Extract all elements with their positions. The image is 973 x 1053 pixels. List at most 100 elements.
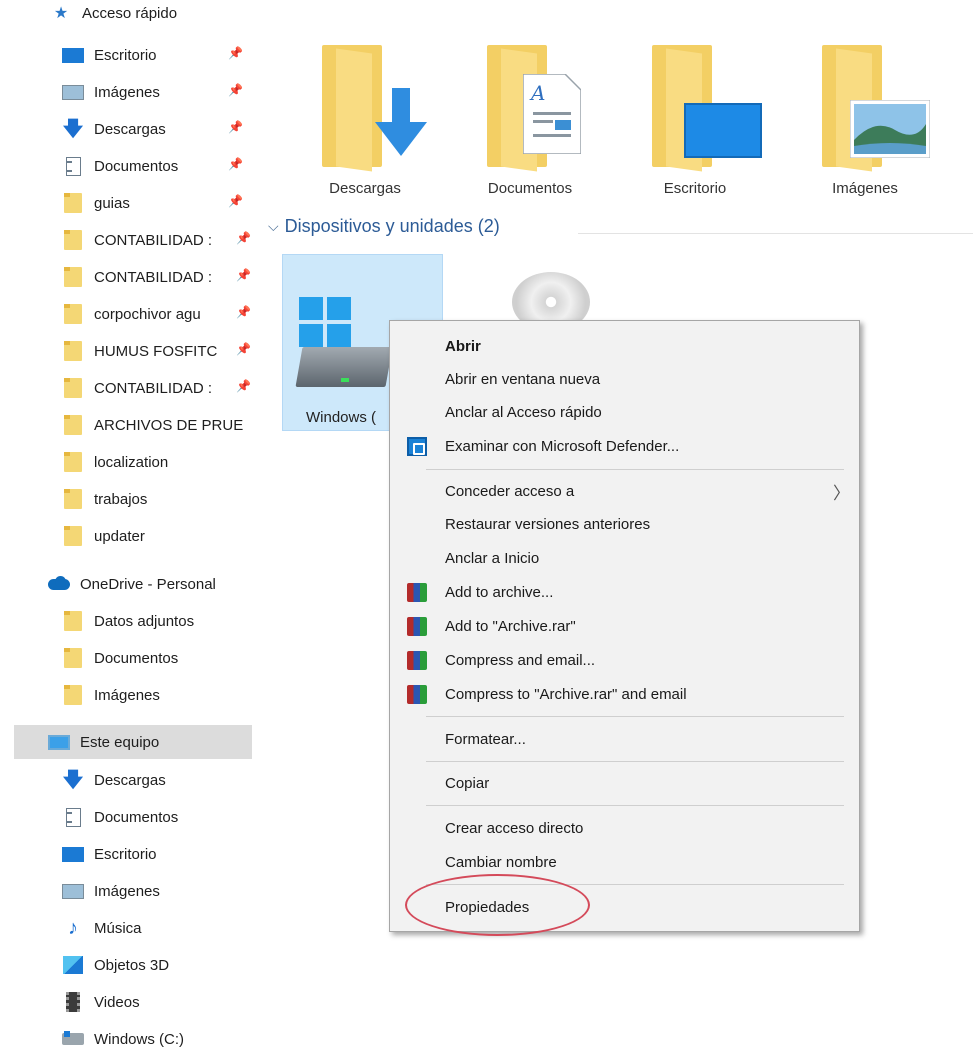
nav-item-label: trabajos bbox=[94, 490, 148, 508]
nav-pc-documentos[interactable]: Documentos bbox=[62, 800, 178, 834]
nav-item-label: corpochivor agu bbox=[94, 305, 201, 323]
nav-quick-contabilidad-3[interactable]: CONTABILIDAD : bbox=[62, 371, 252, 405]
nav-item-label: guias bbox=[94, 194, 130, 212]
menu-item-anclar-acceso-rapido[interactable]: Anclar al Acceso rápido bbox=[390, 396, 859, 429]
nav-item-label: Documentos bbox=[94, 649, 179, 667]
nav-item-label: HUMUS FOSFITC bbox=[94, 342, 218, 360]
nav-item-label: CONTABILIDAD : bbox=[94, 231, 213, 249]
folder-label: Descargas bbox=[329, 180, 401, 197]
nav-item-label: Documentos bbox=[94, 808, 179, 826]
folder-icon bbox=[64, 304, 82, 324]
nav-quick-archivos-prueba[interactable]: ARCHIVOS DE PRUE bbox=[62, 408, 257, 442]
nav-onedrive-label: OneDrive - Personal bbox=[80, 575, 216, 593]
nav-quick-trabajos[interactable]: trabajos bbox=[62, 482, 147, 516]
music-icon: ♪ bbox=[68, 917, 78, 939]
nav-pc-musica[interactable]: ♪ Música bbox=[62, 911, 142, 945]
menu-item-add-to-archive-rar[interactable]: Add to "Archive.rar" bbox=[390, 610, 859, 643]
windows-logo-icon bbox=[299, 297, 352, 349]
nav-quick-humus[interactable]: HUMUS FOSFITC bbox=[62, 334, 237, 368]
menu-item-label: Compress to "Archive.rar" and email bbox=[445, 686, 687, 703]
devices-group-title: Dispositivos y unidades (2) bbox=[284, 216, 500, 236]
menu-item-conceder-acceso[interactable]: Conceder acceso a 〉 bbox=[390, 475, 859, 508]
menu-item-label: Restaurar versiones anteriores bbox=[445, 516, 651, 533]
nav-quick-descargas[interactable]: 🡇 Descargas bbox=[62, 112, 166, 146]
nav-quick-updater[interactable]: updater bbox=[62, 519, 145, 553]
menu-item-add-to-archive[interactable]: Add to archive... bbox=[390, 576, 859, 609]
onedrive-cloud-icon bbox=[48, 578, 70, 590]
nav-pc-imagenes[interactable]: Imágenes bbox=[62, 874, 160, 908]
nav-este-equipo[interactable]: Este equipo bbox=[14, 725, 252, 759]
desktop-icon bbox=[62, 846, 84, 862]
menu-item-abrir[interactable]: Abrir bbox=[390, 330, 859, 363]
nav-onedrive-documentos[interactable]: Documentos bbox=[62, 641, 178, 675]
menu-item-label: Anclar a Inicio bbox=[445, 550, 540, 567]
pin-icon: 📌 bbox=[236, 268, 251, 282]
menu-item-anclar-inicio[interactable]: Anclar a Inicio bbox=[390, 542, 859, 575]
chevron-right-icon: 〉 bbox=[833, 484, 850, 503]
navigation-pane: ★ Acceso rápido Escritorio 📌 Imágenes 📌 … bbox=[0, 0, 262, 1053]
menu-item-compress-email[interactable]: Compress and email... bbox=[390, 644, 859, 677]
folder-icon bbox=[64, 341, 82, 361]
menu-item-restaurar-versiones[interactable]: Restaurar versiones anteriores bbox=[390, 508, 859, 541]
menu-separator bbox=[426, 761, 844, 762]
menu-item-label: Examinar con Microsoft Defender... bbox=[445, 438, 680, 455]
nav-pc-windows-c[interactable]: Windows (C:) bbox=[62, 1022, 184, 1053]
folder-icon bbox=[64, 648, 82, 668]
menu-item-compress-rar-email[interactable]: Compress to "Archive.rar" and email bbox=[390, 678, 859, 711]
folder-tile-imagenes[interactable]: Imágenes bbox=[790, 0, 940, 197]
nav-pc-videos[interactable]: Videos bbox=[62, 985, 140, 1019]
menu-item-label: Crear acceso directo bbox=[445, 820, 584, 837]
nav-onedrive[interactable]: OneDrive - Personal bbox=[48, 567, 216, 601]
download-arrow-icon bbox=[375, 88, 427, 156]
video-icon bbox=[66, 992, 80, 1012]
nav-onedrive-imagenes[interactable]: Imágenes bbox=[62, 678, 160, 712]
nav-item-label: Imágenes bbox=[94, 686, 160, 704]
nav-quick-contabilidad-2[interactable]: CONTABILIDAD : bbox=[62, 260, 252, 294]
nav-pc-escritorio[interactable]: Escritorio bbox=[62, 837, 157, 871]
nav-item-label: Imágenes bbox=[94, 882, 160, 900]
nav-onedrive-datos-adjuntos[interactable]: Datos adjuntos bbox=[62, 604, 194, 638]
menu-item-copiar[interactable]: Copiar bbox=[390, 767, 859, 800]
menu-separator bbox=[426, 805, 844, 806]
nav-quick-imagenes[interactable]: Imágenes bbox=[62, 75, 160, 109]
nav-quick-contabilidad-1[interactable]: CONTABILIDAD : bbox=[62, 223, 252, 257]
pin-icon: 📌 bbox=[228, 194, 243, 208]
menu-item-examinar-defender[interactable]: Examinar con Microsoft Defender... bbox=[390, 430, 859, 463]
nav-quick-access[interactable]: ★ Acceso rápido bbox=[50, 2, 177, 24]
nav-item-label: Windows (C:) bbox=[94, 1030, 185, 1048]
nav-item-label: ARCHIVOS DE PRUE bbox=[94, 416, 244, 434]
nav-pc-descargas[interactable]: 🡇 Descargas bbox=[62, 763, 166, 797]
folder-tile-escritorio[interactable]: Escritorio bbox=[620, 0, 770, 197]
nav-quick-access-label: Acceso rápido bbox=[82, 4, 178, 22]
menu-item-formatear[interactable]: Formatear... bbox=[390, 723, 859, 756]
nav-pc-objetos-3d[interactable]: Objetos 3D bbox=[62, 948, 169, 982]
folder-tile-documentos[interactable]: A Documentos bbox=[455, 0, 605, 197]
menu-item-cambiar-nombre[interactable]: Cambiar nombre bbox=[390, 846, 859, 879]
context-menu: Abrir Abrir en ventana nueva Anclar al A… bbox=[389, 320, 860, 932]
landscape-photo-icon bbox=[850, 100, 930, 158]
folder-icon bbox=[64, 378, 82, 398]
pictures-icon bbox=[62, 883, 84, 899]
nav-quick-escritorio[interactable]: Escritorio bbox=[62, 38, 157, 72]
menu-item-crear-acceso-directo[interactable]: Crear acceso directo bbox=[390, 812, 859, 845]
devices-group-header[interactable]: ⌵ Dispositivos y unidades (2) bbox=[268, 216, 500, 237]
folder-icon bbox=[64, 685, 82, 705]
folder-icon bbox=[64, 611, 82, 631]
pictures-icon bbox=[62, 84, 84, 100]
nav-quick-localization[interactable]: localization bbox=[62, 445, 168, 479]
nav-item-label: Escritorio bbox=[94, 845, 157, 863]
drive-label: Windows ( bbox=[306, 409, 377, 426]
menu-item-label: Formatear... bbox=[445, 731, 526, 748]
folder-tile-descargas[interactable]: Descargas bbox=[290, 0, 440, 197]
menu-separator bbox=[426, 716, 844, 717]
folder-icon bbox=[64, 526, 82, 546]
nav-quick-corpochivor[interactable]: corpochivor agu bbox=[62, 297, 237, 331]
annotation-highlight-oval bbox=[405, 874, 590, 936]
drive-led bbox=[341, 378, 349, 382]
nav-item-label: Videos bbox=[94, 993, 140, 1011]
nav-quick-guias[interactable]: guias bbox=[62, 186, 130, 220]
folder-icon bbox=[64, 267, 82, 287]
group-divider bbox=[578, 233, 973, 234]
nav-quick-documentos[interactable]: Documentos bbox=[62, 149, 178, 183]
menu-item-abrir-ventana-nueva[interactable]: Abrir en ventana nueva bbox=[390, 363, 859, 396]
